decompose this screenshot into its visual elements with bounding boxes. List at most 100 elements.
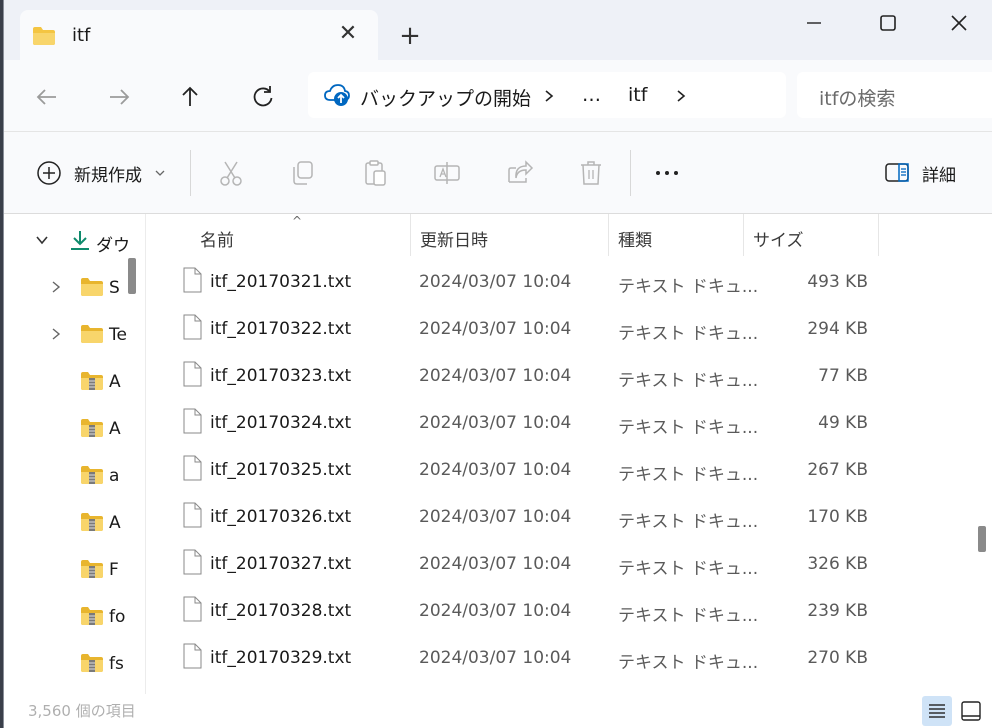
file-size: 326 KB [807, 554, 868, 574]
nav-tree-label: A [109, 513, 121, 533]
tab-itf[interactable]: itf ✕ [20, 10, 378, 62]
list-view-icon [929, 704, 945, 718]
file-row[interactable]: itf_20170328.txt 2024/03/07 10:04 テキスト ドキュ… [146, 587, 968, 634]
file-row[interactable]: itf_20170329.txt 2024/03/07 10:04 テキスト ドキュ… [146, 634, 968, 681]
share-icon [508, 160, 534, 183]
forward-button[interactable] [104, 82, 134, 112]
column-divider[interactable] [743, 214, 744, 256]
file-modified-date: 2024/03/07 10:04 [419, 366, 572, 386]
column-divider[interactable] [410, 214, 411, 256]
nav-tree-label: fo [109, 607, 126, 627]
nav-tree-item[interactable]: Te [4, 314, 145, 354]
rename-button[interactable] [432, 158, 462, 188]
close-icon [951, 15, 967, 31]
nav-tree-item[interactable]: A [4, 408, 145, 448]
breadcrumb-backup[interactable]: バックアップの開始 [360, 84, 531, 111]
nav-tree-item[interactable]: fo [4, 596, 145, 636]
copy-button[interactable] [288, 158, 318, 188]
search-placeholder: itfの検索 [819, 88, 896, 110]
plus-circle-icon [37, 161, 61, 185]
column-header-size[interactable]: サイズ [753, 226, 804, 251]
folder-icon [81, 278, 103, 296]
text-file-icon [183, 455, 202, 481]
cut-button[interactable] [216, 158, 246, 188]
file-modified-date: 2024/03/07 10:04 [419, 413, 572, 433]
breadcrumb-itf[interactable]: itf [628, 84, 647, 106]
file-list[interactable]: ^ 名前 更新日時 種類 サイズ itf_20170321.txt 2024/03… [146, 214, 968, 694]
paste-button[interactable] [360, 158, 390, 188]
file-name: itf_20170325.txt [210, 460, 352, 480]
navigation-pane[interactable]: ダウ S Te A Aa A Ffo fs [4, 214, 146, 694]
nav-tree-item[interactable]: A [4, 502, 145, 542]
file-type: テキスト ドキュ... [618, 371, 759, 391]
details-label: 詳細 [922, 166, 956, 186]
file-modified-date: 2024/03/07 10:04 [419, 507, 572, 527]
file-size: 270 KB [807, 648, 868, 668]
column-header-date[interactable]: 更新日時 [420, 226, 488, 251]
file-row[interactable]: itf_20170323.txt 2024/03/07 10:04 テキスト ドキュ… [146, 352, 968, 399]
file-size: 49 KB [818, 413, 868, 433]
file-row[interactable]: itf_20170321.txt 2024/03/07 10:04 テキスト ドキュ… [146, 258, 968, 305]
file-modified-date: 2024/03/07 10:04 [419, 554, 572, 574]
search-input[interactable]: itfの検索 [797, 72, 992, 118]
zip-folder-icon [81, 607, 103, 625]
nav-tree-item[interactable]: fs [4, 643, 145, 683]
more-options-button[interactable] [652, 158, 682, 188]
close-tab-icon[interactable]: ✕ [334, 20, 362, 48]
zip-folder-icon [81, 654, 103, 672]
breadcrumb-overflow[interactable]: … [582, 84, 601, 106]
nav-tree-label: ダウ [96, 236, 130, 256]
nav-tree-label: S [109, 278, 120, 298]
file-size: 170 KB [807, 507, 868, 527]
zip-folder-icon [81, 372, 103, 390]
nav-tree-item[interactable]: A [4, 361, 145, 401]
arrow-left-icon [36, 89, 56, 105]
column-divider[interactable] [878, 214, 879, 256]
file-row[interactable]: itf_20170324.txt 2024/03/07 10:04 テキスト ドキュ… [146, 399, 968, 446]
details-view-button[interactable] [922, 696, 952, 726]
nav-tree-item[interactable]: F [4, 549, 145, 589]
nav-tree-item[interactable]: a [4, 455, 145, 495]
command-bar: 新規作成 詳細 [4, 132, 992, 214]
file-row[interactable]: itf_20170326.txt 2024/03/07 10:04 テキスト ドキュ… [146, 493, 968, 540]
file-row[interactable]: itf_20170327.txt 2024/03/07 10:04 テキスト ドキュ… [146, 540, 968, 587]
column-header-name[interactable]: 名前 [200, 226, 234, 251]
scrollbar-thumb[interactable] [978, 526, 986, 552]
share-button[interactable] [504, 158, 534, 188]
arrow-right-icon [110, 89, 130, 105]
new-button[interactable]: 新規作成 [34, 150, 170, 196]
text-file-icon [183, 643, 202, 669]
file-type: テキスト ドキュ... [618, 606, 759, 626]
maximize-button[interactable] [868, 8, 908, 38]
nav-tree-item[interactable]: S [4, 267, 145, 307]
file-modified-date: 2024/03/07 10:04 [419, 319, 572, 339]
nav-tree-label: F [109, 560, 119, 580]
delete-button[interactable] [576, 158, 606, 188]
close-window-button[interactable] [939, 8, 979, 38]
file-size: 239 KB [807, 601, 868, 621]
file-row[interactable]: itf_20170322.txt 2024/03/07 10:04 テキスト ドキュ… [146, 305, 968, 352]
minimize-button[interactable] [794, 8, 834, 38]
new-tab-button[interactable]: + [396, 22, 424, 50]
nav-tree-item[interactable]: ダウ [4, 220, 145, 260]
details-pane-button[interactable]: 詳細 [882, 150, 982, 196]
clipboard-icon [365, 160, 386, 186]
chevron-right-icon[interactable] [48, 279, 64, 295]
file-explorer-window: itf ✕ + バックアップの開始 … itf itfの検索 新規作成 詳細 ダ… [3, 0, 992, 728]
chevron-right-icon[interactable] [48, 326, 64, 342]
file-row[interactable]: itf_20170325.txt 2024/03/07 10:04 テキスト ドキュ… [146, 446, 968, 493]
up-button[interactable] [175, 82, 205, 112]
column-divider[interactable] [608, 214, 609, 256]
file-name: itf_20170327.txt [210, 554, 352, 574]
zip-folder-icon [81, 513, 103, 531]
file-name: itf_20170328.txt [210, 601, 352, 621]
refresh-button[interactable] [248, 82, 278, 112]
file-list-scrollbar[interactable] [968, 214, 992, 694]
tiles-view-button[interactable] [956, 696, 986, 726]
column-header-type[interactable]: 種類 [618, 226, 652, 251]
back-button[interactable] [32, 82, 62, 112]
text-file-icon [183, 549, 202, 575]
breadcrumb[interactable]: バックアップの開始 … itf [308, 72, 786, 118]
text-file-icon [183, 314, 202, 340]
chevron-down-icon[interactable] [34, 232, 50, 248]
